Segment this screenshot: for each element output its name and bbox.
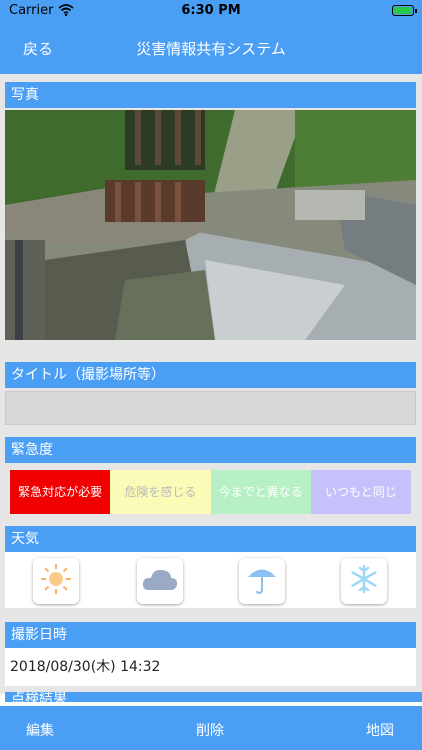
urgency-option-dangerous[interactable]: 危険を感じる: [110, 470, 211, 514]
edit-button[interactable]: 編集: [26, 720, 54, 740]
weather-snow-button[interactable]: [341, 558, 387, 604]
battery-charging-icon: [392, 5, 417, 16]
snow-icon: [348, 563, 380, 599]
urgency-option-label: いつもと同じ: [324, 485, 397, 499]
urgency-option-label: 危険を感じる: [124, 485, 197, 499]
delete-button[interactable]: 削除: [196, 720, 224, 740]
section-header-weather: 天気: [5, 526, 416, 552]
map-button[interactable]: 地図: [366, 720, 394, 740]
cloudy-icon: [141, 566, 179, 596]
navigation-bar: 戻る 災害情報共有システム: [0, 22, 422, 74]
section-header-title: タイトル（撮影場所等）: [5, 362, 416, 388]
weather-sunny-button[interactable]: [33, 558, 79, 604]
page-title: 災害情報共有システム: [136, 40, 286, 58]
bottom-toolbar: 編集 削除 地図: [0, 706, 422, 750]
clock: 6:30 PM: [181, 3, 241, 18]
section-header-urgency: 緊急度: [5, 437, 416, 463]
urgency-option-label: 今までと異なる: [218, 485, 303, 499]
urgency-selector: 緊急対応が必要 危険を感じる 今までと異なる いつもと同じ: [10, 470, 411, 514]
urgency-option-unusual[interactable]: 今までと異なる: [210, 470, 311, 514]
section-header-inspection: 点検結果: [5, 692, 422, 702]
sunny-icon: [39, 562, 73, 600]
title-input[interactable]: [5, 391, 416, 425]
form-scroll-area[interactable]: 写真 タイトル（撮影場所等） 緊急度 緊急対応が必要 危険を感じる 今までと異な…: [0, 74, 422, 702]
weather-rain-button[interactable]: [239, 558, 285, 604]
urgency-option-normal[interactable]: いつもと同じ: [310, 470, 411, 514]
urgency-option-critical[interactable]: 緊急対応が必要: [10, 470, 111, 514]
weather-selector: [5, 552, 416, 608]
urgency-option-label: 緊急対応が必要: [18, 485, 103, 499]
status-bar: Carrier 6:30 PM: [0, 0, 422, 22]
rain-umbrella-icon: [245, 562, 279, 600]
capture-datetime: 2018/08/30(木) 14:32: [5, 648, 416, 686]
section-header-photo: 写真: [5, 82, 416, 108]
weather-cloudy-button[interactable]: [137, 558, 183, 604]
section-header-datetime: 撮影日時: [5, 622, 416, 648]
disaster-photo[interactable]: [5, 110, 416, 340]
